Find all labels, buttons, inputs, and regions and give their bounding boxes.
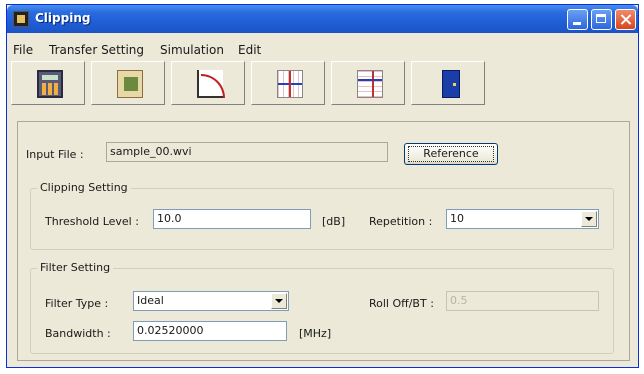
toolbar [11, 61, 487, 107]
window-title: Clipping [35, 11, 91, 25]
exit-door-icon [442, 70, 460, 98]
repetition-label: Repetition : [369, 215, 433, 228]
main-panel: Input File : sample_00.wvi Reference Cli… [17, 121, 630, 361]
threshold-level-input[interactable]: 10.0 [153, 209, 311, 229]
exit-button[interactable] [411, 61, 485, 105]
threshold-level-label: Threshold Level : [45, 215, 139, 228]
filter-graph-button[interactable] [171, 61, 245, 105]
title-bar[interactable]: Clipping [7, 5, 638, 33]
clipping-setting-title: Clipping Setting [37, 181, 131, 194]
calculator-icon [37, 70, 63, 98]
clipping-setting-group: Clipping Setting Threshold Level : 10.0 … [30, 181, 614, 250]
chart-button[interactable] [251, 61, 325, 105]
rolloff-input: 0.5 [446, 291, 599, 311]
calculate-button[interactable] [11, 61, 85, 105]
filter-setting-group: Filter Setting Filter Type : Ideal Roll … [30, 261, 614, 354]
menu-edit[interactable]: Edit [238, 43, 261, 57]
app-icon [13, 11, 29, 27]
filter-type-label: Filter Type : [45, 297, 109, 310]
clipping-window: Clipping File Transfer Setting Simulatio… [6, 4, 639, 368]
threshold-unit: [dB] [322, 215, 346, 228]
filter-setting-title: Filter Setting [37, 261, 114, 274]
import-icon [117, 70, 143, 98]
grid-chart-alt-icon [357, 70, 383, 98]
bandwidth-label: Bandwidth : [45, 327, 111, 340]
bandwidth-unit: [MHz] [299, 327, 332, 340]
chevron-down-icon[interactable] [581, 211, 597, 227]
menu-transfer-setting[interactable]: Transfer Setting [49, 43, 144, 57]
bandwidth-input[interactable]: 0.02520000 [133, 321, 287, 341]
grid-chart-icon [277, 70, 303, 98]
rolloff-label: Roll Off/BT : [369, 297, 434, 310]
menu-file[interactable]: File [13, 43, 33, 57]
filter-type-select[interactable]: Ideal [133, 291, 289, 311]
chevron-down-icon[interactable] [271, 293, 287, 309]
close-button[interactable] [615, 9, 636, 30]
curve-graph-icon [197, 70, 225, 98]
input-file-label: Input File : [26, 148, 84, 161]
import-button[interactable] [91, 61, 165, 105]
repetition-select[interactable]: 10 [446, 209, 599, 229]
minimize-button[interactable] [567, 9, 588, 30]
input-file-field[interactable]: sample_00.wvi [106, 142, 388, 162]
maximize-button[interactable] [591, 9, 612, 30]
chart-alt-button[interactable] [331, 61, 405, 105]
menu-simulation[interactable]: Simulation [160, 43, 224, 57]
filter-type-value: Ideal [137, 294, 164, 307]
repetition-value: 10 [450, 212, 464, 225]
focus-rect [408, 146, 494, 162]
